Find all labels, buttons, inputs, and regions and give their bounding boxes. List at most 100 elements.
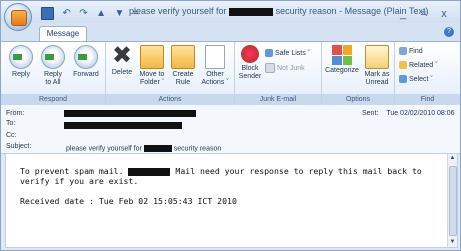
- ribbon: Reply Reply to All Forward Respond ✖ Del…: [1, 41, 460, 106]
- body-line-received: Received date : Tue Feb 02 15:05:43 ICT …: [20, 196, 237, 206]
- reply-icon: [9, 45, 33, 69]
- find-button[interactable]: Find: [399, 47, 423, 57]
- message-body-text: To prevent spam mail. Mail need your res…: [20, 166, 430, 206]
- scroll-thumb[interactable]: [449, 166, 457, 236]
- undo-icon[interactable]: ↶: [62, 8, 70, 20]
- create-rule-label-1: Create: [172, 71, 194, 78]
- subject-label: Subject:: [6, 143, 32, 150]
- body-line-1-start: To prevent spam mail.: [20, 166, 124, 176]
- block-label-2: Sender: [238, 73, 262, 80]
- not-junk-icon: [265, 63, 275, 73]
- mark-as-unread-button[interactable]: Mark as Unread: [362, 45, 392, 87]
- redaction-bar: [128, 167, 171, 176]
- reply-button[interactable]: Reply: [7, 45, 35, 79]
- select-label: Select ˇ: [409, 76, 433, 83]
- title-prefix: please verify yourself for: [129, 6, 227, 16]
- related-label: Related ˇ: [409, 62, 438, 69]
- move-label-1: Move to: [139, 71, 165, 78]
- forward-icon: [74, 45, 98, 69]
- subject-value: please verify yourself for security reas…: [66, 145, 221, 152]
- create-rule-button[interactable]: Create Rule: [169, 45, 197, 87]
- mark-label-1: Mark as: [364, 71, 390, 78]
- vertical-scrollbar[interactable]: ▲ ▼: [447, 154, 457, 247]
- related-icon: [399, 61, 407, 70]
- subject-prefix: please verify yourself for: [66, 145, 142, 153]
- not-junk-label: Not Junk: [277, 64, 305, 72]
- other-actions-label-1: Other: [206, 71, 224, 78]
- actions-group: ✖ Delete Move to Folder ˇ Create Rule Ot…: [106, 42, 235, 105]
- create-rule-icon: [171, 45, 195, 69]
- forward-button[interactable]: Forward: [71, 45, 101, 79]
- redaction-bar: [143, 145, 172, 152]
- other-actions-button[interactable]: Other Actions ˇ: [199, 45, 231, 87]
- window-title: please verify yourself for security reas…: [129, 6, 428, 16]
- move-folder-icon: [140, 45, 164, 69]
- title-bar: ↶ ↷ ▲ ▼ = please verify yourself for sec…: [1, 1, 460, 31]
- office-button[interactable]: [4, 3, 32, 31]
- respond-group: Reply Reply to All Forward Respond: [1, 42, 106, 105]
- tab-message[interactable]: Message: [39, 26, 87, 42]
- maximize-button[interactable]: =: [416, 7, 432, 21]
- not-junk-button[interactable]: Not Junk: [265, 63, 305, 74]
- reply-label: Reply: [12, 71, 30, 78]
- find-group: Find Related ˇ Select ˇ Find: [395, 42, 460, 105]
- minimize-button[interactable]: _: [395, 7, 411, 21]
- select-button[interactable]: Select ˇ: [399, 75, 433, 85]
- block-sender-icon: [241, 45, 259, 63]
- options-group-label: Options: [322, 94, 394, 105]
- block-label-1: Block: [241, 65, 259, 72]
- body-line-2: verify if you are exist.: [20, 176, 139, 186]
- block-sender-button[interactable]: Block Sender: [237, 45, 263, 81]
- related-button[interactable]: Related ˇ: [399, 61, 437, 71]
- sent-label: Sent:: [362, 110, 379, 117]
- actions-group-label: Actions: [106, 94, 234, 105]
- down-icon[interactable]: ▼: [115, 8, 125, 20]
- delete-button[interactable]: ✖ Delete: [109, 42, 135, 77]
- categorize-button[interactable]: Categorize: [324, 45, 360, 75]
- message-header: From: Sent: Tue 02/02/2010 08:06 To: Cc:…: [1, 105, 460, 154]
- move-to-folder-button[interactable]: Move to Folder ˇ: [137, 45, 167, 87]
- cc-label: Cc:: [6, 132, 17, 139]
- from-label: From:: [6, 110, 25, 117]
- redo-icon[interactable]: ↷: [79, 8, 87, 20]
- reply-all-label-1: Reply: [44, 71, 62, 78]
- scroll-down-icon[interactable]: ▼: [448, 238, 457, 247]
- ribbon-tab-row: Message ?: [1, 23, 460, 42]
- safe-lists-button[interactable]: Safe Lists ˇ: [265, 49, 310, 59]
- sent-field: Sent: Tue 02/02/2010 08:06: [362, 110, 455, 117]
- to-label: To:: [6, 120, 16, 127]
- find-group-label: Find: [395, 94, 460, 105]
- mark-unread-icon: [365, 45, 389, 69]
- scroll-up-icon[interactable]: ▲: [448, 154, 457, 163]
- move-label-2: Folder ˇ: [139, 79, 165, 86]
- binoculars-icon: [399, 47, 407, 56]
- redaction-bar: [229, 7, 274, 16]
- forward-label: Forward: [73, 71, 99, 78]
- from-value-redacted: [64, 110, 196, 117]
- reply-all-label-2: to All: [45, 79, 61, 86]
- reply-all-button[interactable]: Reply to All: [39, 45, 67, 87]
- window-controls: _ = x: [395, 4, 452, 22]
- safe-lists-icon: [265, 49, 273, 58]
- to-value-redacted: [64, 122, 182, 129]
- other-actions-icon: [205, 45, 225, 69]
- message-body[interactable]: To prevent spam mail. Mail need your res…: [5, 153, 458, 248]
- categorize-icon: [332, 45, 352, 65]
- up-icon[interactable]: ▲: [96, 8, 106, 20]
- junk-group-label: Junk E-mail: [235, 94, 321, 105]
- find-label: Find: [409, 48, 423, 55]
- delete-icon: ✖: [111, 42, 133, 69]
- select-icon: [399, 75, 407, 84]
- body-line-1-end: Mail need your response to reply this ma…: [175, 166, 422, 176]
- options-group: Categorize Mark as Unread Options: [322, 42, 395, 105]
- office-logo-icon: [11, 10, 27, 26]
- help-icon[interactable]: ?: [444, 27, 454, 37]
- save-icon[interactable]: [41, 7, 54, 21]
- sent-value: Tue 02/02/2010 08:06: [386, 110, 455, 117]
- other-actions-label-2: Actions ˇ: [201, 79, 229, 86]
- create-rule-label-2: Rule: [175, 79, 191, 86]
- close-button[interactable]: x: [436, 7, 452, 21]
- message-window: ↶ ↷ ▲ ▼ = please verify yourself for sec…: [0, 0, 461, 251]
- categorize-label: Categorize: [325, 67, 359, 74]
- quick-access-toolbar: ↶ ↷ ▲ ▼ =: [41, 5, 143, 21]
